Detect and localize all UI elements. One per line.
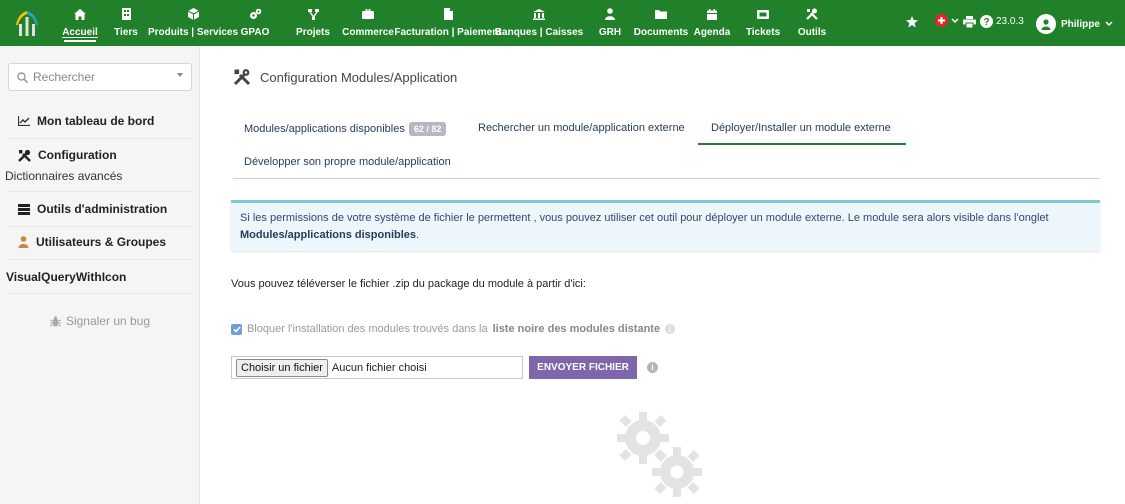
menu-documents[interactable]: Documents <box>632 0 690 46</box>
tools-icon <box>233 69 251 86</box>
menu-tiers[interactable]: Tiers <box>110 0 142 46</box>
menu-banques-caisses[interactable]: Banques | Caisses <box>495 0 583 46</box>
tools-icon <box>806 7 818 21</box>
file-input[interactable]: Choisir un fichier Aucun fichier choisi <box>231 356 523 379</box>
main-content: Configuration Modules/Application Module… <box>201 46 1125 504</box>
tools-icon <box>18 149 31 162</box>
sidebar-separator <box>8 226 192 227</box>
briefcase-icon <box>362 7 374 21</box>
ticket-icon <box>757 7 769 21</box>
send-file-button[interactable]: ENVOYER FICHIER <box>529 356 637 379</box>
user-name: Philippe <box>1061 18 1100 30</box>
user-menu[interactable]: Philippe <box>1036 13 1113 35</box>
sidebar-item-visualquery[interactable]: VisualQueryWithIcon <box>0 270 200 284</box>
svg-text:?: ? <box>983 17 989 28</box>
calendar-icon <box>707 7 717 21</box>
menu-produits-services[interactable]: Produits | Services <box>148 0 238 46</box>
left-sidebar: Rechercher Mon tableau de bord Configura… <box>0 46 200 504</box>
file-invoice-icon <box>443 7 453 21</box>
help-icon[interactable]: ? <box>980 15 993 28</box>
sitemap-icon <box>307 7 319 21</box>
sidebar-item-configuration[interactable]: Configuration <box>0 148 200 162</box>
menu-agenda[interactable]: Agenda <box>691 0 733 46</box>
cube-icon <box>187 7 199 21</box>
server-icon <box>18 203 30 215</box>
swiss-flag-icon <box>935 14 948 27</box>
blacklist-checkbox[interactable] <box>231 323 242 335</box>
info-bold-link: Modules/applications disponibles <box>240 229 417 241</box>
building-icon <box>121 7 131 21</box>
info-icon: i <box>665 324 676 334</box>
tab-rechercher-module-externe[interactable]: Rechercher un module/application externe <box>478 122 685 134</box>
sidebar-separator <box>8 138 192 139</box>
choose-file-button[interactable]: Choisir un fichier <box>236 358 328 377</box>
check-icon <box>232 325 241 333</box>
menu-tickets[interactable]: Tickets <box>741 0 785 46</box>
menu-commerce[interactable]: Commerce <box>340 0 396 46</box>
upload-instructions: Vous pouvez téléverser le fichier .zip d… <box>231 278 586 290</box>
info-icon: i <box>647 362 658 373</box>
cogs-icon <box>249 7 262 21</box>
menu-grh[interactable]: GRH <box>596 0 624 46</box>
users-icon <box>605 7 615 21</box>
menu-projets[interactable]: Projets <box>295 0 331 46</box>
tabs-divider <box>233 178 1100 179</box>
language-selector[interactable] <box>935 14 959 27</box>
home-icon <box>74 7 86 21</box>
sidebar-search-select[interactable]: Rechercher <box>8 63 192 91</box>
sidebar-separator <box>8 191 192 192</box>
chevron-down-icon <box>951 17 959 23</box>
chart-line-icon <box>18 116 30 126</box>
search-placeholder: Rechercher <box>33 70 96 84</box>
menu-outils[interactable]: Outils <box>789 0 835 46</box>
gears-loading-icon <box>617 412 702 497</box>
info-box: Si les permissions de votre système de f… <box>231 200 1100 251</box>
sidebar-separator <box>8 259 192 260</box>
menu-gpao[interactable]: GPAO <box>236 0 274 46</box>
sidebar-item-dashboard[interactable]: Mon tableau de bord <box>0 114 200 128</box>
menu-facturation-paiement[interactable]: Facturation | Paiement <box>394 0 502 46</box>
dropdown-caret-icon <box>177 73 183 77</box>
print-icon[interactable] <box>963 16 976 28</box>
tab-modules-disponibles[interactable]: Modules/applications disponibles 62 / 82 <box>244 122 447 136</box>
tab-developper-module[interactable]: Développer son propre module/application <box>244 156 451 168</box>
modules-count-badge: 62 / 82 <box>408 122 447 136</box>
sidebar-item-users-groups[interactable]: Utilisateurs & Groupes <box>0 235 200 249</box>
user-icon <box>18 236 29 248</box>
blacklist-checkbox-row: Bloquer l'installation des modules trouv… <box>231 323 676 335</box>
menu-accueil[interactable]: Accueil <box>58 0 102 46</box>
sidebar-separator <box>8 293 192 294</box>
active-tab-indicator <box>698 143 906 145</box>
bookmark-star-icon[interactable] <box>906 16 918 28</box>
bank-icon <box>533 7 545 21</box>
version-label: 23.0.3 <box>996 16 1024 27</box>
chevron-down-icon <box>1105 21 1113 27</box>
search-icon <box>17 71 28 83</box>
sidebar-subitem-dictionnaires[interactable]: Dictionnaires avancés <box>5 169 122 183</box>
top-menu-bar: Accueil Tiers Produits | Services GPAO P… <box>0 0 1125 46</box>
folder-icon <box>655 7 667 21</box>
sidebar-item-admin-tools[interactable]: Outils d'administration <box>0 202 200 216</box>
user-avatar-icon <box>1036 14 1056 34</box>
file-status: Aucun fichier choisi <box>331 361 427 374</box>
tab-deployer-module-externe[interactable]: Déployer/Installer un module externe <box>711 122 891 134</box>
dolibarr-logo-icon[interactable] <box>14 9 40 37</box>
bug-icon <box>49 315 61 326</box>
report-bug-link[interactable]: Signaler un bug <box>0 314 200 328</box>
page-title: Configuration Modules/Application <box>233 68 457 86</box>
